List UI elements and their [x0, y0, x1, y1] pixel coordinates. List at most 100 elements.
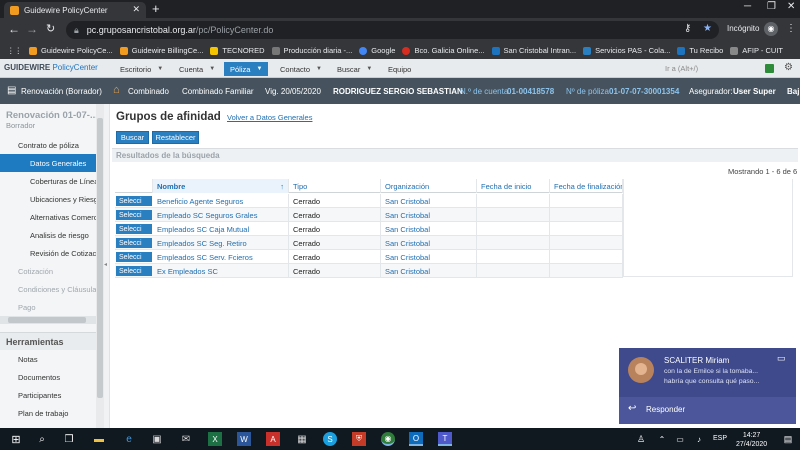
minimize-icon[interactable]: ─	[744, 1, 751, 12]
windows-start-icon[interactable]: ⊞	[9, 432, 23, 446]
sidebar-item-pago[interactable]: Pago	[0, 298, 96, 316]
volume-icon[interactable]: ♪	[692, 432, 706, 446]
chrome-icon[interactable]: ◉	[381, 432, 395, 446]
reply-button[interactable]: Responder	[646, 405, 685, 414]
sidebar-item-analisis[interactable]: Analisis de riesgo	[0, 226, 96, 244]
select-row-button[interactable]: Selecci	[116, 224, 152, 234]
organization-link[interactable]: San Cristobal	[381, 264, 477, 278]
search-button[interactable]: Buscar	[116, 131, 149, 144]
sidebar-item-contrato[interactable]: Contrato de póliza	[0, 136, 96, 154]
select-row-button[interactable]: Selecci	[116, 210, 152, 220]
search-icon[interactable]: ⌕	[35, 432, 49, 446]
save-icon[interactable]	[765, 64, 774, 73]
chat-notification[interactable]: SCALITER Miriam con la de Emilce si la t…	[619, 348, 796, 424]
chevron-up-icon[interactable]: ⌃	[655, 432, 669, 446]
sidebar-item-condiciones[interactable]: Condiciones y Cláusulas	[0, 280, 96, 298]
edge-icon[interactable]: e	[122, 432, 136, 446]
chevron-down-icon[interactable]: ▼	[366, 66, 372, 72]
bookmark-item[interactable]: AFIP - CUIT	[730, 46, 783, 55]
organization-link[interactable]: San Cristobal	[381, 236, 477, 250]
goto-search-input[interactable]: Ir a (Alt+/)	[661, 62, 761, 75]
bookmark-item[interactable]: Guidewire BillingCe...	[119, 46, 203, 55]
word-icon[interactable]: W	[237, 432, 251, 446]
mail-icon[interactable]: ✉	[179, 432, 193, 446]
tab-equipo[interactable]: Equipo	[382, 62, 417, 76]
chevron-down-icon[interactable]: ▼	[316, 66, 322, 72]
apps-icon[interactable]: ⋮⋮	[7, 46, 22, 55]
teams-icon[interactable]: T	[438, 432, 452, 446]
tab-cuenta[interactable]: Cuenta ▼	[173, 62, 221, 76]
clock[interactable]: 14:27 27/4/2020	[736, 431, 767, 449]
close-tab-icon[interactable]: ✕	[132, 4, 140, 15]
outlook-icon[interactable]: O	[409, 432, 423, 446]
chevron-left-icon[interactable]: ◂	[104, 261, 107, 268]
network-icon[interactable]: ▭	[673, 432, 687, 446]
select-row-button[interactable]: Selecci	[116, 196, 152, 206]
browser-tab[interactable]: Guidewire PolicyCenter ✕	[4, 2, 146, 18]
organization-link[interactable]: San Cristobal	[381, 250, 477, 264]
policy-number-link[interactable]: 01-07-07-30001354	[609, 87, 679, 96]
language-indicator[interactable]: ESP	[713, 435, 727, 442]
chat-reply-area[interactable]: ↩ Responder	[619, 397, 796, 424]
bookmark-item[interactable]: Guidewire PolicyCe...	[29, 46, 113, 55]
key-icon[interactable]: ⚷	[684, 23, 691, 34]
sidebar-hscrollbar[interactable]	[0, 316, 96, 324]
sidebar-item-notas[interactable]: Notas	[0, 350, 96, 368]
forward-icon[interactable]: →	[26, 22, 38, 36]
column-header-organizacion[interactable]: Organización	[381, 179, 477, 193]
bookmark-item[interactable]: San Cristobal Intran...	[491, 46, 576, 55]
organization-link[interactable]: San Cristobal	[381, 208, 477, 222]
acrobat-icon[interactable]: A	[266, 432, 280, 446]
sidebar-item-alternativas[interactable]: Alternativas Comerci	[0, 208, 96, 226]
tab-escritorio[interactable]: Escritorio ▼	[114, 62, 169, 76]
menu-kebab-icon[interactable]: ⋮	[786, 23, 796, 34]
settings-gear-icon[interactable]: ⚙	[784, 62, 793, 73]
bookmark-item[interactable]: Bco. Galicia Online...	[402, 46, 485, 55]
task-view-icon[interactable]: ❒	[62, 432, 76, 446]
back-to-general-link[interactable]: Volver a Datos Generales	[227, 113, 312, 122]
excel-icon[interactable]: X	[208, 432, 222, 446]
select-row-button[interactable]: Selecci	[116, 266, 152, 276]
select-row-button[interactable]: Selecci	[116, 238, 152, 248]
chat-icon[interactable]: ▭	[777, 353, 786, 364]
tab-poliza[interactable]: Póliza ▼	[224, 62, 269, 76]
bookmark-item[interactable]: Producción diaria -...	[271, 46, 352, 55]
sidebar-collapse-handle[interactable]: ◂	[104, 104, 110, 428]
chevron-down-icon[interactable]: ▼	[157, 66, 163, 72]
people-icon[interactable]: ♙	[634, 432, 648, 446]
organization-link[interactable]: San Cristobal	[381, 194, 477, 208]
url-input[interactable]: 🔒︎ pc.gruposancristobal.org.ar /pc/Polic…	[66, 21, 719, 39]
scroll-thumb[interactable]	[8, 317, 86, 323]
sidebar-item-datos-generales[interactable]: Datos Generales	[0, 154, 96, 172]
scroll-thumb[interactable]	[97, 118, 103, 398]
sidebar-item-revision[interactable]: Revisión de Cotizació	[0, 244, 96, 262]
tab-buscar[interactable]: Buscar ▼	[331, 62, 378, 76]
new-tab-button[interactable]: +	[152, 1, 160, 16]
sidebar-vscrollbar[interactable]	[96, 104, 104, 428]
skype-icon[interactable]: S	[323, 432, 337, 446]
close-window-icon[interactable]: ✕	[787, 1, 795, 12]
column-header-fecha-fin[interactable]: Fecha de finalización	[550, 179, 623, 193]
calculator-icon[interactable]: ▦	[295, 432, 309, 446]
sidebar-item-participantes[interactable]: Participantes	[0, 386, 96, 404]
column-header-fecha-inicio[interactable]: Fecha de inicio	[477, 179, 550, 193]
store-icon[interactable]: ▣	[150, 432, 164, 446]
bookmark-star-icon[interactable]: ★	[703, 23, 712, 34]
sidebar-item-plan-trabajo[interactable]: Plan de trabajo	[0, 404, 96, 422]
sidebar-item-coberturas[interactable]: Coberturas de Línea	[0, 172, 96, 190]
organization-link[interactable]: San Cristobal	[381, 222, 477, 236]
bookmark-item[interactable]: Google	[359, 46, 395, 55]
column-header-nombre[interactable]: Nombre ↑	[153, 179, 289, 193]
sidebar-item-ubicaciones[interactable]: Ubicaciones y Riesgo	[0, 190, 96, 208]
incognito-label[interactable]: Incógnito	[727, 24, 759, 33]
sidebar-item-cotizacion[interactable]: Cotización	[0, 262, 96, 280]
notifications-icon[interactable]: ▤	[781, 432, 795, 446]
security-shield-icon[interactable]: ⛨	[352, 432, 366, 446]
bookmark-item[interactable]: Tu Recibo	[677, 46, 723, 55]
bookmark-item[interactable]: TECNORED	[210, 46, 265, 55]
sidebar-item-documentos[interactable]: Documentos	[0, 368, 96, 386]
incognito-avatar-icon[interactable]: ◉	[764, 22, 778, 36]
chevron-down-icon[interactable]: ▼	[209, 66, 215, 72]
column-header-tipo[interactable]: Tipo	[289, 179, 381, 193]
select-row-button[interactable]: Selecci	[116, 252, 152, 262]
